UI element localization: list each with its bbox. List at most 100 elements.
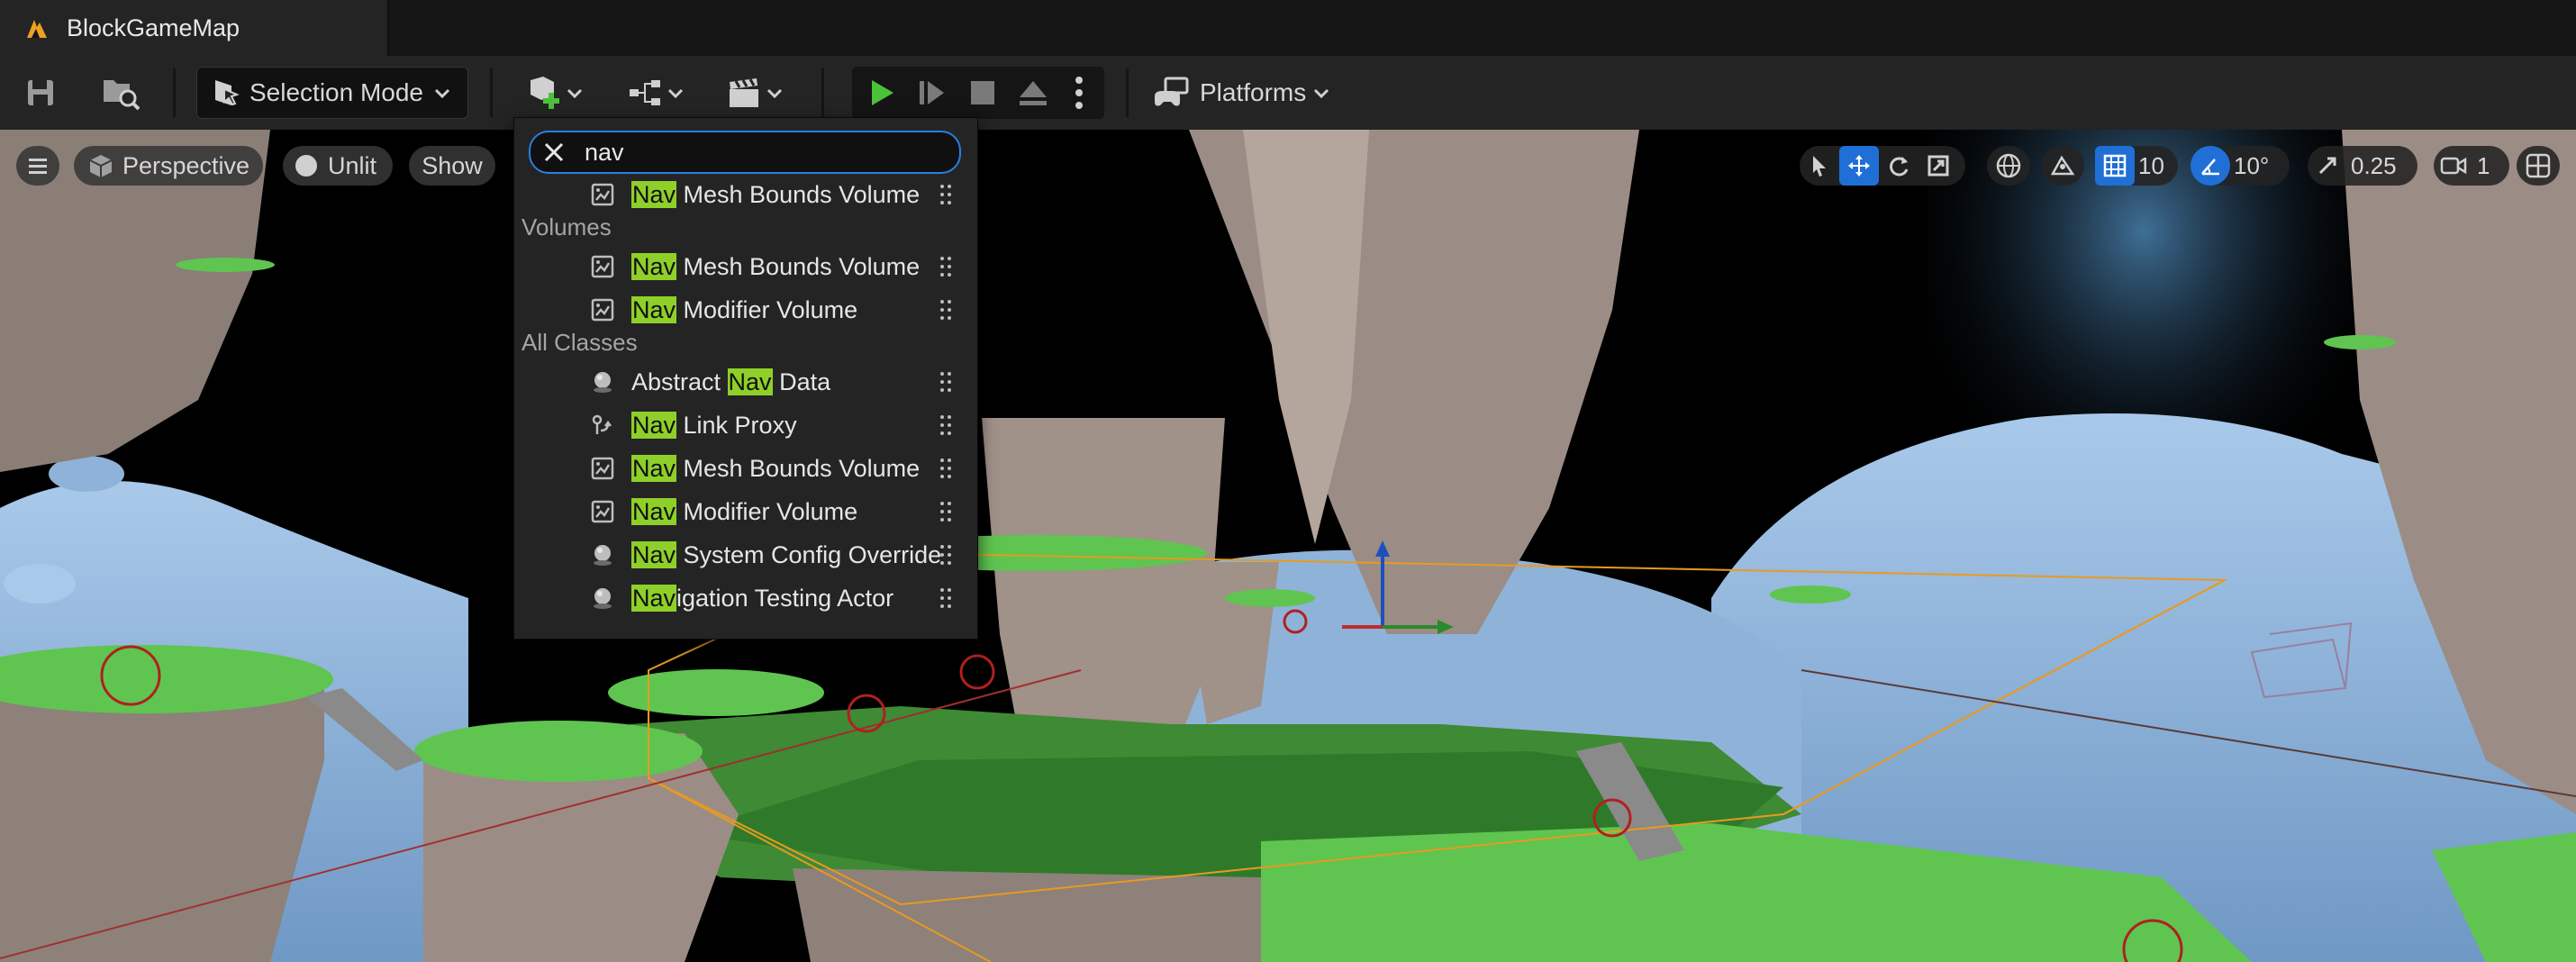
actor-list-item[interactable]: Nav Mesh Bounds Volume bbox=[514, 174, 977, 215]
label-rest: Mesh Bounds Volume bbox=[676, 252, 921, 280]
drag-handle-icon[interactable] bbox=[939, 501, 952, 522]
drag-handle-icon[interactable] bbox=[939, 256, 952, 277]
grid-snap-value: 10 bbox=[2138, 151, 2164, 179]
drag-handle-icon[interactable] bbox=[939, 544, 952, 566]
show-label: Show bbox=[422, 151, 483, 179]
volume-icon bbox=[590, 182, 615, 207]
show-flags-button[interactable]: Show bbox=[409, 146, 495, 186]
save-button[interactable] bbox=[18, 56, 63, 130]
more-vertical-icon bbox=[1075, 77, 1083, 109]
drag-handle-icon[interactable] bbox=[939, 371, 952, 393]
actor-list-item[interactable]: Nav Link Proxy bbox=[514, 404, 977, 446]
platforms-label: Platforms bbox=[1200, 78, 1307, 106]
scale-mode-icon[interactable] bbox=[1918, 146, 1958, 186]
select-mode-icon[interactable] bbox=[1800, 146, 1839, 186]
surface-snap-icon bbox=[2050, 155, 2075, 176]
translate-mode-icon[interactable] bbox=[1839, 146, 1879, 186]
perspective-label: Perspective bbox=[122, 151, 250, 179]
hamburger-menu-icon bbox=[29, 159, 47, 174]
clapperboard-icon bbox=[730, 78, 758, 107]
globe-icon bbox=[1996, 153, 2021, 178]
perspective-button[interactable]: Perspective bbox=[74, 146, 263, 186]
actor-sphere-icon bbox=[590, 369, 615, 395]
drag-handle-icon[interactable] bbox=[939, 458, 952, 479]
play-controls bbox=[852, 67, 1104, 119]
label-rest: Modifier Volume bbox=[676, 497, 858, 525]
browse-content-button[interactable] bbox=[95, 56, 146, 130]
scale-snap-value: 0.25 bbox=[2351, 151, 2397, 179]
view-mode-button[interactable]: Unlit bbox=[283, 146, 393, 186]
actor-list-item-label: Nav Mesh Bounds Volume bbox=[631, 454, 921, 483]
unlit-sphere-icon bbox=[295, 155, 317, 177]
save-icon bbox=[28, 80, 53, 105]
stop-icon bbox=[971, 81, 994, 104]
search-match-highlight: Nav bbox=[631, 584, 677, 612]
layout-grid-icon bbox=[2526, 153, 2551, 178]
place-actors-menu: Nav Mesh Bounds Volume Volumes Nav Mesh Bo… bbox=[513, 117, 978, 640]
actor-list-item[interactable]: Nav Modifier Volume bbox=[514, 289, 977, 331]
camera-speed-value: 1 bbox=[2477, 151, 2490, 179]
eject-button[interactable] bbox=[1009, 67, 1057, 119]
volume-icon bbox=[590, 456, 615, 481]
drag-handle-icon[interactable] bbox=[939, 299, 952, 321]
actor-list-item-label: Nav Mesh Bounds Volume bbox=[631, 180, 921, 209]
rotate-mode-icon[interactable] bbox=[1879, 146, 1918, 186]
level-viewport[interactable]: Perspective Unlit Show 10 10° 0.25 1 bbox=[0, 130, 2576, 962]
chevron-down-icon bbox=[766, 88, 783, 99]
drag-handle-icon[interactable] bbox=[939, 414, 952, 436]
viewport-options-button[interactable] bbox=[16, 146, 59, 186]
level-tab[interactable]: BlockGameMap bbox=[0, 0, 388, 56]
search-match-highlight: Nav bbox=[631, 180, 677, 208]
stop-button[interactable] bbox=[958, 67, 1007, 119]
clear-search-icon[interactable] bbox=[541, 140, 567, 165]
search-match-highlight: Nav bbox=[631, 497, 677, 525]
drag-handle-icon[interactable] bbox=[939, 184, 952, 205]
actor-list-item-label: Nav Mesh Bounds Volume bbox=[631, 252, 921, 281]
scene-render bbox=[0, 130, 2576, 962]
drag-handle-icon[interactable] bbox=[939, 587, 952, 609]
folder-search-icon bbox=[104, 80, 141, 111]
search-input[interactable] bbox=[583, 137, 929, 168]
world-local-toggle[interactable] bbox=[1987, 146, 2030, 186]
actor-list-item[interactable]: Navigation Testing Actor bbox=[514, 577, 977, 619]
rotation-snap-value: 10° bbox=[2234, 151, 2270, 179]
section-header: Volumes bbox=[522, 213, 612, 240]
grid-snap-control[interactable]: 10 bbox=[2095, 146, 2178, 186]
actor-list-item[interactable]: Abstract Nav Data bbox=[514, 361, 977, 403]
advance-frame-button[interactable] bbox=[908, 67, 957, 119]
place-actors-search[interactable] bbox=[529, 131, 961, 174]
scale-snap-control[interactable]: 0.25 bbox=[2308, 146, 2417, 186]
surface-snapping-button[interactable] bbox=[2041, 146, 2084, 186]
toolbar-separator bbox=[173, 68, 176, 117]
actor-list-item[interactable]: Nav System Config Override bbox=[514, 534, 977, 576]
play-icon bbox=[872, 80, 893, 105]
volume-icon bbox=[590, 499, 615, 524]
rotation-snap-control[interactable]: 10° bbox=[2191, 146, 2290, 186]
actor-list-item[interactable]: Nav Mesh Bounds Volume bbox=[514, 246, 977, 287]
chevron-down-icon bbox=[667, 88, 684, 99]
toolbar-separator bbox=[1126, 68, 1129, 117]
advance-frame-icon bbox=[920, 81, 944, 104]
platforms-dropdown[interactable]: Platforms bbox=[1153, 67, 1331, 119]
title-bar: BlockGameMap bbox=[0, 0, 2576, 56]
label-rest: Mesh Bounds Volume bbox=[676, 454, 921, 482]
chevron-down-icon bbox=[567, 88, 583, 99]
main-toolbar: Selection Mode Platforms bbox=[0, 56, 2576, 132]
camera-speed-control[interactable]: 1 bbox=[2434, 146, 2509, 186]
play-options-button[interactable] bbox=[1059, 67, 1099, 119]
unreal-level-icon bbox=[27, 20, 47, 38]
viewport-layout-button[interactable] bbox=[2517, 146, 2560, 186]
transform-tools bbox=[1800, 146, 1965, 186]
scale-snap-icon bbox=[2308, 146, 2347, 186]
actor-list-item[interactable]: Nav Modifier Volume bbox=[514, 491, 977, 532]
selection-mode-dropdown[interactable]: Selection Mode bbox=[196, 67, 468, 119]
selection-mode-icon bbox=[215, 80, 240, 106]
actor-list-item[interactable]: Nav Mesh Bounds Volume bbox=[514, 448, 977, 489]
chevron-down-icon bbox=[1314, 88, 1329, 99]
nav-link-icon bbox=[590, 413, 615, 438]
label-rest: Mesh Bounds Volume bbox=[676, 180, 921, 208]
play-button[interactable] bbox=[857, 67, 906, 119]
perspective-cube-icon bbox=[89, 155, 113, 177]
label-rest: Link Proxy bbox=[676, 411, 797, 439]
actor-list-item-label: Nav Modifier Volume bbox=[631, 295, 857, 324]
